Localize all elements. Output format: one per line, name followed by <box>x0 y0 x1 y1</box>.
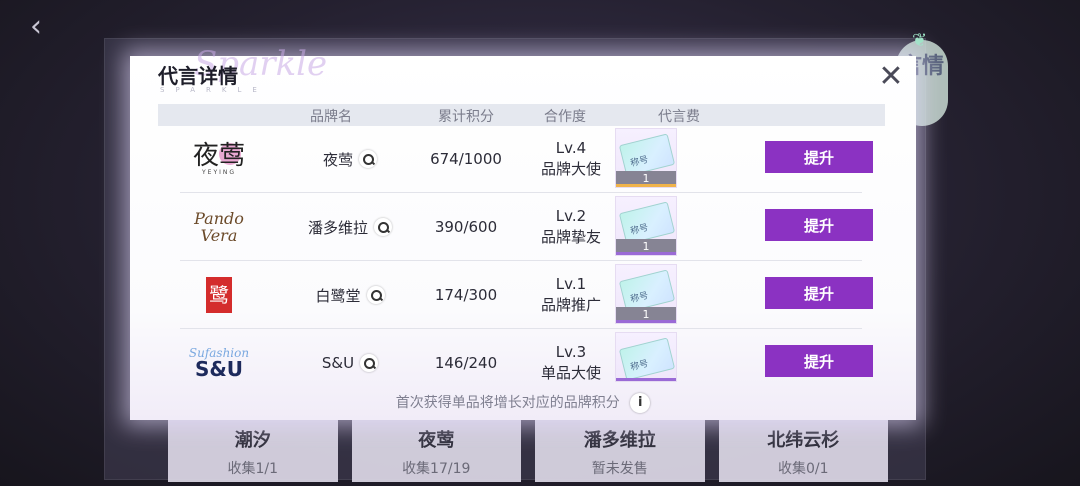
rarity-bar <box>616 184 676 187</box>
brand-label: S&U <box>321 354 355 372</box>
close-icon[interactable]: ✕ <box>878 62 904 92</box>
level-title: 品牌推广 <box>540 296 601 314</box>
brand-label: 夜莺 <box>322 150 353 169</box>
ticket-card-text: 称号 <box>629 154 650 170</box>
search-icon[interactable] <box>374 218 392 236</box>
cooperation-level: Lv.4 品牌大使 <box>526 126 616 192</box>
brand-tab-status: 暂未发售 <box>591 461 648 477</box>
brand-tab-status: 收集17/19 <box>402 461 471 477</box>
brand-label: 潘多维拉 <box>307 218 368 237</box>
ticket-card-text: 称号 <box>629 222 650 238</box>
ticket-card-text: 称号 <box>629 290 650 306</box>
footer-note: 首次获得单品将增长对应的品牌积分 i <box>130 392 916 413</box>
header-cooperation: 合作度 <box>544 109 586 125</box>
brand-label: 白鹭堂 <box>315 286 361 305</box>
endorsement-details-dialog: Sparkle 代言详情 SPARKLE ✕ 品牌名 累计积分 合作度 代言费 … <box>130 44 916 420</box>
level-title: 品牌挚友 <box>540 228 601 246</box>
upgrade-button[interactable]: 提升 <box>765 209 873 241</box>
search-icon[interactable] <box>359 150 377 168</box>
brand-logo-yeying: 夜莺 YEYING <box>188 136 250 182</box>
points-value: 390/600 <box>434 218 498 236</box>
title-ticket-item[interactable]: 称号 1 <box>615 128 677 188</box>
rarity-bar <box>616 378 676 381</box>
brand-tab-name: 潮汐 <box>234 430 271 451</box>
brand-logo-bailutang: 鹭 <box>188 272 250 318</box>
table-row: Pando Vera 潘多维拉 390/600 Lv.2 品牌挚友 称号 1 提… <box>180 194 873 261</box>
brand-tab-name: 北纬云杉 <box>767 430 840 451</box>
back-arrow-icon[interactable]: ‹ <box>30 12 60 42</box>
header-points: 累计积分 <box>438 109 494 125</box>
footer-note-text: 首次获得单品将增长对应的品牌积分 <box>395 395 620 411</box>
cooperation-level: Lv.1 品牌推广 <box>526 262 616 328</box>
logo-text: Pando Vera <box>194 209 244 245</box>
table-row: 夜莺 YEYING 夜莺 674/1000 Lv.4 品牌大使 称号 1 提升 <box>180 126 873 193</box>
points-value: 174/300 <box>434 286 498 304</box>
brand-name: 夜莺 <box>290 126 410 192</box>
logo-text: 夜莺 <box>192 140 245 171</box>
search-icon[interactable] <box>360 354 379 372</box>
brand-tab-name: 夜莺 <box>418 430 455 451</box>
bottom-brand-tabs: 潮汐 收集1/1 夜莺 收集17/19 潘多维拉 暂未发售 北纬云杉 收集0/1 <box>168 420 888 482</box>
ticket-card-text: 称号 <box>629 358 650 374</box>
cooperation-level: Lv.2 品牌挚友 <box>526 194 616 260</box>
upgrade-button[interactable]: 提升 <box>765 141 873 173</box>
search-icon[interactable] <box>366 286 385 304</box>
brand-tab[interactable]: 潘多维拉 暂未发售 <box>535 420 705 482</box>
points-value: 674/1000 <box>430 150 502 168</box>
level-label: Lv.2 <box>555 207 587 225</box>
header-fee: 代言费 <box>658 109 700 125</box>
brand-name: 潘多维拉 <box>290 194 410 260</box>
level-label: Lv.1 <box>555 275 587 293</box>
brand-tab[interactable]: 北纬云杉 收集0/1 <box>718 420 888 482</box>
sparkle-watermark: SPARKLE <box>160 86 268 94</box>
brand-logo-su: Sufashion S&U <box>188 340 250 386</box>
brand-tab[interactable]: 潮汐 收集1/1 <box>168 420 338 482</box>
brand-tab[interactable]: 夜莺 收集17/19 <box>351 420 521 482</box>
dialog-title: 代言详情 <box>158 64 238 88</box>
upgrade-button[interactable]: 提升 <box>765 345 873 377</box>
upgrade-button[interactable]: 提升 <box>765 277 873 309</box>
rarity-bar <box>616 252 676 255</box>
level-title: 品牌大使 <box>540 160 601 178</box>
brand-tab-status: 收集0/1 <box>777 461 829 477</box>
level-title: 单品大使 <box>540 364 601 382</box>
rarity-bar <box>616 320 676 323</box>
ticket-card-icon: 称号 <box>618 337 676 381</box>
logo-text: S&U <box>194 357 244 381</box>
level-label: Lv.4 <box>555 139 587 157</box>
header-brand: 品牌名 <box>310 109 352 125</box>
brand-tab-status: 收集1/1 <box>227 461 279 477</box>
brand-name: 白鹭堂 <box>290 262 410 328</box>
brand-name: S&U <box>290 330 410 396</box>
level-label: Lv.3 <box>555 343 587 361</box>
title-ticket-item[interactable]: 称号 1 <box>615 264 677 324</box>
logo-text: 鹭 <box>206 277 232 313</box>
title-ticket-item[interactable]: 称号 1 <box>615 196 677 256</box>
brand-logo-pandovera: Pando Vera <box>188 204 250 250</box>
points-value: 146/240 <box>434 354 498 372</box>
leaf-icon: ❦ <box>912 30 928 51</box>
table-row: Sufashion S&U S&U 146/240 Lv.3 单品大使 称号 提… <box>180 330 873 396</box>
info-icon[interactable]: i <box>630 393 651 413</box>
table-row: 鹭 白鹭堂 174/300 Lv.1 品牌推广 称号 1 提升 <box>180 262 873 329</box>
brand-tab-name: 潘多维拉 <box>583 430 656 451</box>
table-header: 品牌名 累计积分 合作度 代言费 <box>158 104 885 126</box>
cooperation-level: Lv.3 单品大使 <box>526 330 616 396</box>
title-ticket-item[interactable]: 称号 <box>615 332 677 382</box>
